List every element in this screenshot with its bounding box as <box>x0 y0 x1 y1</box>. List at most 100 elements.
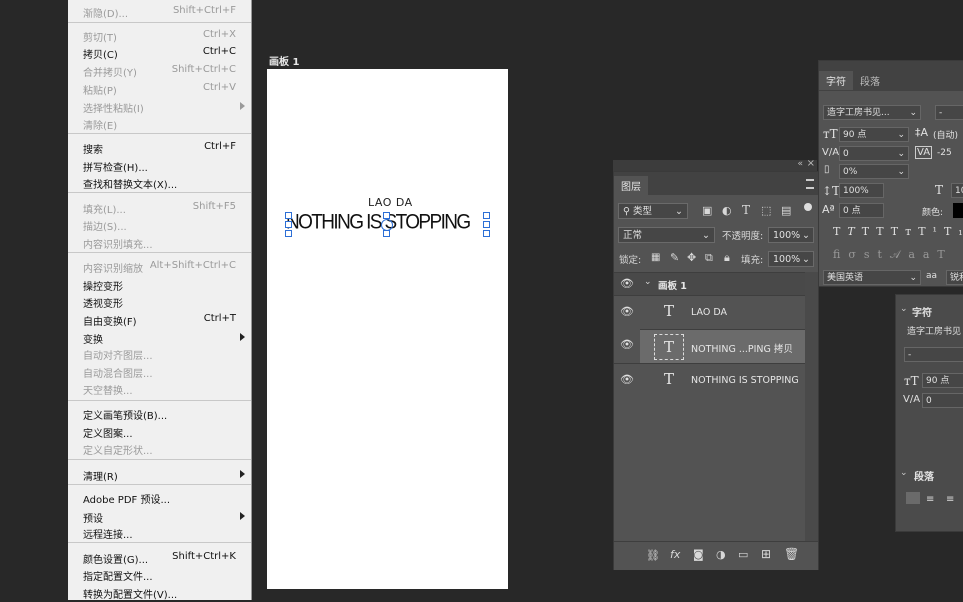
menu-item[interactable]: 搜索 Ctrl+F <box>68 140 251 157</box>
menu-item[interactable]: 清理(R) <box>68 467 251 484</box>
artboard-canvas[interactable] <box>267 69 508 589</box>
transform-handle[interactable] <box>383 230 390 237</box>
leading-value[interactable]: (自动) <box>933 128 958 141</box>
char-section-header[interactable]: 字符 <box>912 304 932 319</box>
canvas-text-nothing[interactable]: NOTHING IS STOPPING <box>286 211 471 236</box>
link-layers-icon[interactable]: ⛓ <box>646 549 660 562</box>
new-group-icon[interactable]: ▭ <box>738 548 748 561</box>
menu-item: 自动对齐图层... <box>68 346 251 363</box>
artboard-label[interactable]: 画板 1 <box>269 53 299 68</box>
layer-scrollbar[interactable] <box>805 272 818 541</box>
chevron-down-icon[interactable]: ⌄ <box>900 468 908 478</box>
menu-item[interactable]: 拷贝(C) Ctrl+C <box>68 45 251 62</box>
menu-item[interactable]: 定义画笔预设(B)... <box>68 406 251 423</box>
menu-item-label: 清除(E) <box>83 121 118 132</box>
font-size-value: 90 点 <box>843 130 867 140</box>
antialias-select[interactable]: 锐利 <box>946 270 963 285</box>
menu-item[interactable]: 颜色设置(G)... Shift+Ctrl+K <box>68 550 251 567</box>
fill-input[interactable]: 100% ⌄ <box>768 251 814 267</box>
delete-layer-icon[interactable]: 🗑︎ <box>784 547 799 561</box>
transform-handle[interactable] <box>285 212 292 219</box>
filter-smartobject-icon[interactable]: ▤ <box>781 204 791 217</box>
transform-handle[interactable] <box>285 221 292 228</box>
eye-icon[interactable]: 👁︎ <box>620 374 634 386</box>
collapse-panel-icon[interactable]: « <box>797 159 803 169</box>
layer-row[interactable]: 👁︎ T LAO DA <box>614 295 805 329</box>
panel-menu-icon[interactable] <box>806 179 814 189</box>
menu-item[interactable]: Adobe PDF 预设... <box>68 490 251 507</box>
transform-handle[interactable] <box>483 221 490 228</box>
tab-character[interactable]: 字符 <box>819 71 853 90</box>
chevron-down-icon[interactable]: ⌄ <box>644 277 652 287</box>
new-adjustment-icon[interactable]: ◑ <box>716 548 726 561</box>
opacity-input[interactable]: 100% ⌄ <box>768 227 814 243</box>
transform-handle[interactable] <box>483 212 490 219</box>
chevron-down-icon[interactable]: ⌄ <box>900 304 908 314</box>
transform-handle[interactable] <box>285 230 292 237</box>
language-select[interactable]: 美国英语 ⌄ <box>823 270 921 285</box>
tracking-value[interactable]: -25 <box>937 148 952 158</box>
lock-transparent-icon[interactable]: ▦ <box>651 252 660 263</box>
new-layer-icon[interactable]: ⊞ <box>761 547 771 561</box>
type-style-buttons[interactable]: TTTTTᴛT¹T₁ <box>833 225 963 238</box>
eye-icon[interactable]: 👁︎ <box>620 278 634 290</box>
font-style-select[interactable]: - <box>935 105 963 120</box>
filter-pixel-icon[interactable]: ▣ <box>702 204 712 217</box>
transform-handle[interactable] <box>483 230 490 237</box>
filter-shape-icon[interactable]: ⬚ <box>761 204 771 217</box>
menu-item: 渐隐(D)... Shift+Ctrl+F <box>68 4 251 21</box>
close-panel-icon[interactable]: × <box>807 158 815 169</box>
menu-item[interactable]: 远程连接... <box>68 525 251 542</box>
menu-item[interactable]: 变换 <box>68 330 251 347</box>
align-right-icon[interactable]: ≡ <box>946 494 954 505</box>
para-section-header[interactable]: 段落 <box>914 468 934 483</box>
filter-type-icon[interactable]: T <box>742 203 750 217</box>
eye-icon[interactable]: 👁︎ <box>620 306 634 318</box>
eye-icon[interactable]: 👁︎ <box>620 339 634 351</box>
menu-item[interactable]: 操控变形 <box>68 277 251 294</box>
kerning-input-2[interactable]: 0 <box>922 393 963 408</box>
font-family-select[interactable]: 造字工房书见... ⌄ <box>823 105 921 120</box>
color-swatch[interactable] <box>953 203 963 218</box>
menu-item[interactable]: 拼写检查(H)... <box>68 158 251 175</box>
blend-mode-select[interactable]: 正常 ⌄ <box>618 227 715 243</box>
menu-item[interactable]: 查找和替换文本(X)... <box>68 175 251 192</box>
tab-paragraph[interactable]: 段落 <box>853 71 887 90</box>
menu-item[interactable]: 指定配置文件... <box>68 567 251 584</box>
lock-all-icon[interactable]: 🔒︎ <box>724 251 730 265</box>
menu-item[interactable]: 自由变换(F) Ctrl+T <box>68 312 251 329</box>
layer-row-selected[interactable]: T NOTHING ...PING 拷贝 <box>640 329 805 363</box>
tab-layers[interactable]: 图层 <box>614 176 648 195</box>
lock-artboard-icon[interactable]: ⧉ <box>705 251 713 265</box>
filter-toggle-icon[interactable] <box>804 203 812 211</box>
menu-item[interactable]: 透视变形 <box>68 294 251 311</box>
align-left-icon[interactable] <box>906 492 920 504</box>
menu-item: 描边(S)... <box>68 217 251 234</box>
transform-center-point[interactable] <box>381 219 393 231</box>
menu-item[interactable]: 定义图案... <box>68 424 251 441</box>
canvas-text-laoda[interactable]: LAO DA <box>368 196 413 209</box>
baseline-input[interactable]: 0 点 <box>839 203 884 218</box>
tsume-input[interactable]: 0% ⌄ <box>839 164 909 179</box>
layer-group-artboard[interactable]: 👁︎ ⌄ 画板 1 <box>614 272 805 295</box>
menu-separator <box>68 459 251 460</box>
font-size-input[interactable]: 90 点 ⌄ <box>839 127 909 142</box>
horizontal-scale-input[interactable]: 10 <box>951 183 963 198</box>
align-center-icon[interactable]: ≡ <box>926 494 934 505</box>
menu-item[interactable]: 预设 <box>68 509 251 526</box>
layer-row[interactable]: 👁︎ T NOTHING IS STOPPING <box>614 363 805 397</box>
lock-position-icon[interactable]: ✥ <box>687 251 696 264</box>
vertical-scale-input[interactable]: 100% <box>839 183 884 198</box>
kerning-input[interactable]: 0 ⌄ <box>839 146 909 161</box>
font-style-select-2[interactable]: - <box>904 347 963 362</box>
layer-filter-select[interactable]: ⚲ 类型 ⌄ <box>618 203 688 219</box>
menu-item[interactable]: 转换为配置文件(V)... <box>68 585 251 602</box>
transform-handle[interactable] <box>383 212 390 219</box>
font-size-input-2[interactable]: 90 点 <box>922 373 963 388</box>
font-family-select-2[interactable]: 造字工房书见 <box>904 325 963 340</box>
fx-icon[interactable]: fx <box>670 548 680 561</box>
opentype-buttons[interactable]: ﬁσst𝒜aaT <box>833 248 953 262</box>
filter-adjustment-icon[interactable]: ◐ <box>722 204 732 217</box>
add-mask-icon[interactable]: ◙ <box>693 548 704 561</box>
lock-image-icon[interactable]: ✎ <box>670 251 679 264</box>
